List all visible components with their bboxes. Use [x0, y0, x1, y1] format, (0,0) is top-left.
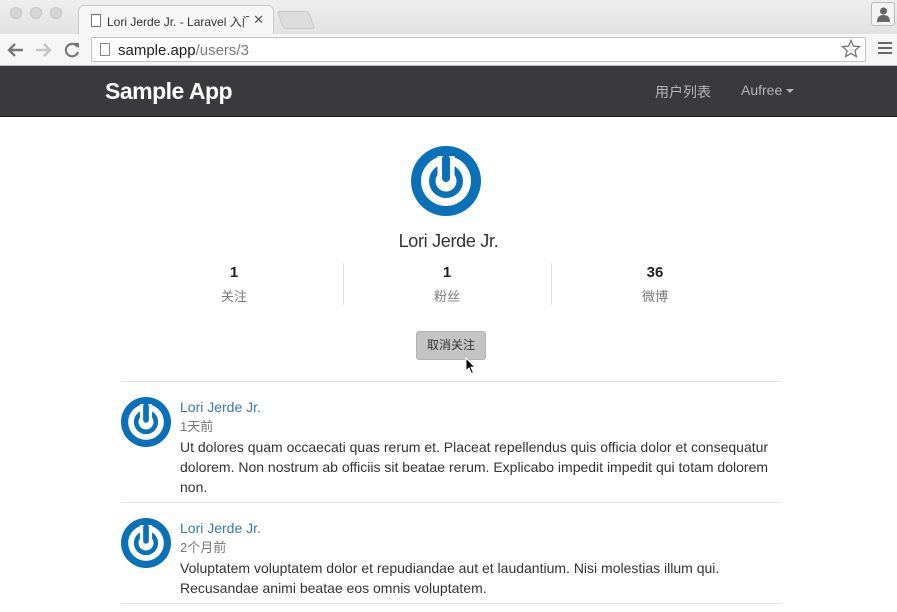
url-text: sample.app/users/3	[118, 42, 249, 59]
close-window-icon[interactable]	[10, 7, 22, 19]
browser-titlebar: Lori Jerde Jr. - Laravel 入门 ✕	[0, 0, 897, 35]
user-avatar[interactable]	[121, 397, 171, 447]
profile-name: Lori Jerde Jr.	[398, 231, 499, 251]
back-arrow-icon[interactable]	[6, 40, 26, 60]
app-navbar: Sample App 用户列表 Aufree	[0, 66, 897, 117]
stat-value: 36	[646, 264, 664, 281]
status-content: Ut dolores quam occaecati quas rerum et.…	[180, 439, 769, 495]
stat-value: 1	[229, 264, 239, 281]
status-author-link[interactable]: Lori Jerde Jr.	[180, 397, 782, 417]
status-content: Voluptatem voluptatem dolor et repudiand…	[180, 560, 720, 596]
forward-arrow-icon[interactable]	[33, 40, 53, 60]
nav-link-users[interactable]: 用户列表	[655, 82, 711, 102]
browser-menu-icon[interactable]	[878, 42, 892, 57]
tab-title: Lori Jerde Jr. - Laravel 入门	[107, 15, 249, 29]
close-tab-icon[interactable]: ✕	[253, 12, 264, 28]
person-icon	[877, 7, 890, 22]
status-timestamp: 1天前	[180, 419, 214, 434]
stat-divider	[551, 263, 552, 305]
user-avatar	[411, 146, 481, 216]
new-tab-button[interactable]	[276, 11, 316, 29]
stat-label: 粉丝	[433, 289, 460, 304]
stat-following[interactable]: 1 关注	[174, 264, 294, 305]
stat-statuses[interactable]: 36 微博	[595, 264, 715, 305]
nav-user-dropdown[interactable]: Aufree	[741, 82, 795, 98]
zoom-window-icon[interactable]	[50, 7, 62, 19]
status-timestamp: 2个月前	[180, 540, 227, 555]
browser-toolbar: sample.app/users/3	[0, 34, 897, 66]
mouse-cursor-icon	[465, 357, 477, 375]
reload-icon[interactable]	[62, 40, 82, 60]
stat-followers[interactable]: 1 粉丝	[387, 264, 507, 305]
browser-tab[interactable]: Lori Jerde Jr. - Laravel 入门 ✕	[78, 5, 274, 35]
page-icon	[100, 43, 110, 56]
profile-button[interactable]	[871, 2, 895, 26]
unfollow-button[interactable]: 取消关注	[416, 331, 486, 360]
caret-down-icon	[786, 89, 795, 94]
stat-label: 关注	[220, 289, 247, 304]
divider	[121, 502, 782, 503]
stat-divider	[343, 263, 344, 305]
bookmark-star-icon[interactable]	[841, 39, 861, 59]
page-icon	[91, 14, 101, 27]
divider	[121, 381, 782, 382]
brand-logo[interactable]: Sample App	[105, 78, 233, 105]
minimize-window-icon[interactable]	[30, 7, 42, 19]
divider	[121, 603, 782, 604]
stat-value: 1	[442, 264, 452, 281]
address-bar[interactable]: sample.app/users/3	[91, 37, 866, 62]
stat-label: 微博	[641, 289, 668, 304]
user-avatar[interactable]	[121, 518, 171, 568]
status-author-link[interactable]: Lori Jerde Jr.	[180, 518, 782, 538]
